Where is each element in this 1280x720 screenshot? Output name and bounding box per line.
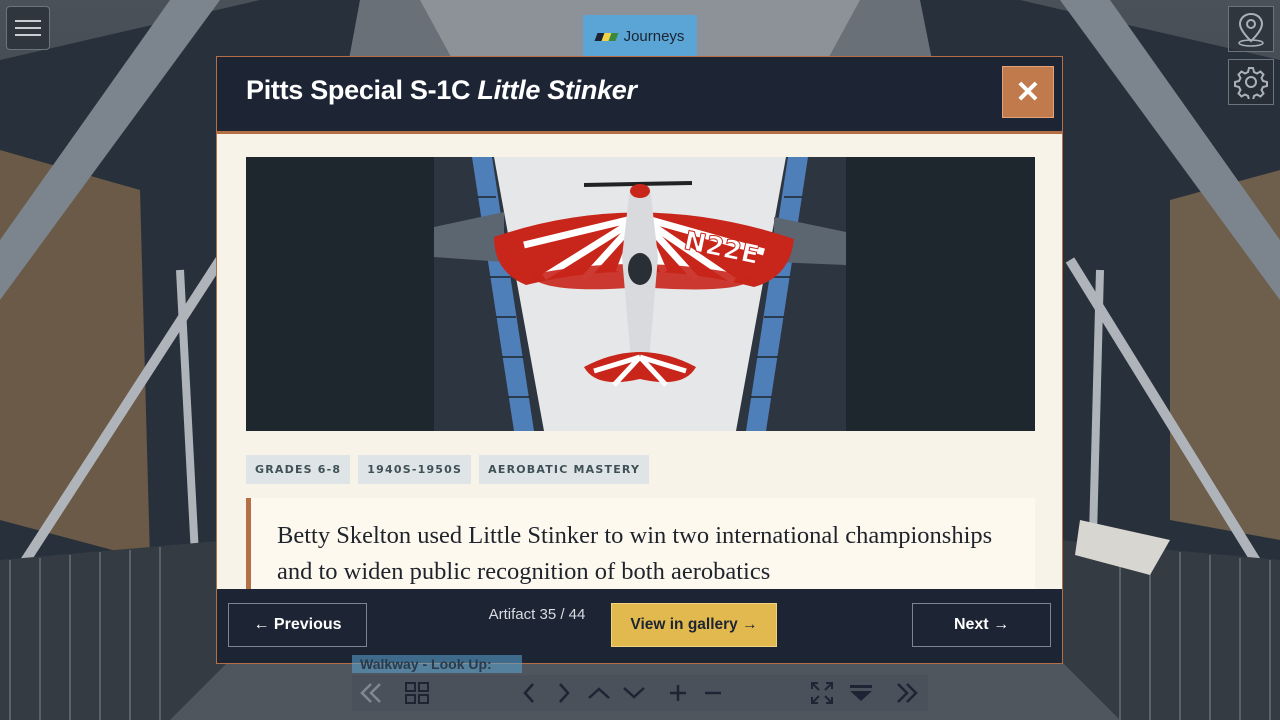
skip-back-button[interactable] xyxy=(356,675,386,711)
skip-back-icon xyxy=(360,683,381,703)
arrow-down-icon xyxy=(623,687,645,699)
pan-left-button[interactable] xyxy=(514,675,544,711)
hamburger-icon-line xyxy=(15,34,41,36)
modal-title: Pitts Special S-1C Little Stinker xyxy=(246,75,637,106)
zoom-out-icon xyxy=(705,691,721,695)
artifact-image-frame: N22E xyxy=(246,157,1035,431)
modal-body[interactable]: N22E GRADES 6-8 1940S-1950S AEROBATIC MA… xyxy=(217,134,1062,590)
next-label: Next → xyxy=(953,616,1010,633)
close-button[interactable]: ✕ xyxy=(1002,66,1054,118)
grid-icon xyxy=(405,682,429,704)
zoom-in-icon xyxy=(670,685,686,701)
skip-forward-icon xyxy=(897,683,918,703)
map-pin-icon xyxy=(1238,12,1264,47)
view-in-gallery-button[interactable]: View in gallery → xyxy=(611,603,777,647)
main-menu-button[interactable] xyxy=(6,6,50,50)
artifact-quote: Betty Skelton used Little Stinker to win… xyxy=(246,498,1035,590)
tag-list: GRADES 6-8 1940S-1950S AEROBATIC MASTERY xyxy=(246,455,650,484)
tag-grade: GRADES 6-8 xyxy=(246,455,351,484)
arrow-right-icon xyxy=(559,683,570,703)
title-italic: Little Stinker xyxy=(477,75,637,105)
gear-icon xyxy=(1234,67,1268,99)
previous-label: ← Previous xyxy=(253,616,342,633)
quote-text: Betty Skelton used Little Stinker to win… xyxy=(277,522,993,585)
arrow-left-icon xyxy=(523,683,534,703)
hide-toolbar-icon xyxy=(850,685,872,701)
zoom-out-button[interactable] xyxy=(698,675,728,711)
pan-down-button[interactable] xyxy=(619,675,649,711)
hamburger-icon-line xyxy=(15,27,41,29)
tag-theme: AEROBATIC MASTERY xyxy=(479,455,650,484)
artifact-image[interactable]: N22E xyxy=(434,157,846,431)
location-button[interactable] xyxy=(1228,6,1274,52)
airplane-illustration: N22E xyxy=(434,157,846,431)
thumbnails-button[interactable] xyxy=(402,675,432,711)
modal-footer: ← Previous Artifact 35 / 44 View in gall… xyxy=(217,589,1062,663)
previous-button[interactable]: ← Previous xyxy=(228,603,367,647)
title-plain: Pitts Special S-1C xyxy=(246,75,478,105)
journeys-label: Journeys xyxy=(623,28,685,45)
pan-up-button[interactable] xyxy=(584,675,614,711)
hide-toolbar-button[interactable] xyxy=(846,675,876,711)
next-button[interactable]: Next → xyxy=(912,603,1051,647)
close-icon: ✕ xyxy=(1015,75,1041,109)
panorama-caption[interactable]: Walkway - Look Up: xyxy=(352,655,522,673)
artifact-counter: Artifact 35 / 44 xyxy=(488,606,586,623)
artifact-modal: Pitts Special S-1C Little Stinker ✕ N22E… xyxy=(216,56,1063,664)
settings-button[interactable] xyxy=(1228,59,1274,105)
fullscreen-button[interactable] xyxy=(807,675,837,711)
journeys-tab[interactable]: Journeys xyxy=(583,15,697,58)
modal-header: Pitts Special S-1C Little Stinker ✕ xyxy=(217,57,1062,134)
hamburger-icon xyxy=(15,20,41,22)
pan-right-button[interactable] xyxy=(549,675,579,711)
fullscreen-icon xyxy=(811,682,833,704)
panorama-toolbar xyxy=(352,675,928,711)
journeys-logo-icon xyxy=(594,32,619,41)
gallery-label: View in gallery → xyxy=(630,616,758,633)
tag-era: 1940S-1950S xyxy=(358,455,472,484)
zoom-in-button[interactable] xyxy=(663,675,693,711)
arrow-up-icon xyxy=(588,687,610,699)
skip-forward-button[interactable] xyxy=(892,675,922,711)
